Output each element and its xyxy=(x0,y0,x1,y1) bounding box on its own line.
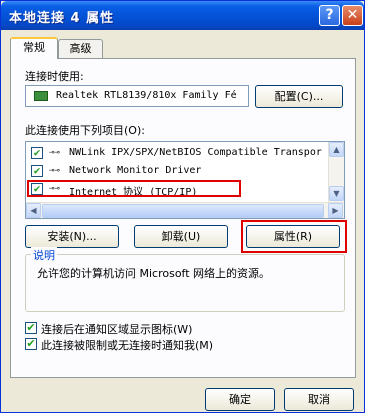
list-item[interactable]: ✔ ⊸⊸ Network Monitor Driver xyxy=(31,164,331,180)
horizontal-scrollbar[interactable]: ◀ ▶ xyxy=(26,202,344,218)
protocol-icon: ⊸⊸ xyxy=(49,166,60,176)
connect-using-label: 连接时使用: xyxy=(25,70,84,83)
configure-button[interactable]: 配置(C)... xyxy=(255,85,343,108)
protocol-icon: ⊸⊸ xyxy=(49,148,60,158)
adapter-name: Realtek RTL8139/810x Family Fé xyxy=(56,90,237,101)
install-button[interactable]: 安装(N)... xyxy=(25,225,119,248)
tcpip-highlight-box xyxy=(27,180,241,197)
scroll-up-icon[interactable]: ▲ xyxy=(329,142,344,157)
vertical-scrollbar[interactable]: ▲ ▼ xyxy=(328,142,344,202)
title-bar[interactable]: 本地连接 4 属性 ? ✕ xyxy=(1,1,364,30)
checkbox-notify[interactable]: ✔ xyxy=(25,338,37,350)
properties-highlight-box xyxy=(241,220,347,253)
option-label: 此连接被限制或无连接时通知我(M) xyxy=(41,339,214,352)
list-item[interactable]: ✔ ⊸⊸ NWLink IPX/SPX/NetBIOS Compatible T… xyxy=(31,146,331,162)
scroll-thumb[interactable] xyxy=(42,204,324,218)
properties-dialog: 本地连接 4 属性 ? ✕ 常规 高级 连接时使用: Realtek RTL81… xyxy=(0,0,365,413)
help-button[interactable]: ? xyxy=(319,5,340,26)
description-title: 说明 xyxy=(31,247,57,263)
general-tab-panel: 连接时使用: Realtek RTL8139/810x Family Fé 配置… xyxy=(10,58,356,378)
description-group xyxy=(25,254,345,312)
tab-advanced[interactable]: 高级 xyxy=(58,39,103,59)
list-item-label: Network Monitor Driver xyxy=(69,165,202,176)
checkbox-show-icon[interactable]: ✔ xyxy=(25,322,37,334)
checkbox-nwlink[interactable]: ✔ xyxy=(31,147,43,159)
scroll-right-icon[interactable]: ▶ xyxy=(328,203,343,218)
scroll-down-icon[interactable]: ▼ xyxy=(329,186,344,201)
list-item-label: NWLink IPX/SPX/NetBIOS Compatible Transp… xyxy=(69,147,322,158)
adapter-field: Realtek RTL8139/810x Family Fé xyxy=(25,85,249,107)
network-adapter-icon xyxy=(34,91,48,101)
components-label: 此连接使用下列项目(O): xyxy=(25,124,145,137)
cancel-button[interactable]: 取消 xyxy=(284,388,354,411)
components-list[interactable]: ✔ ⊸⊸ NWLink IPX/SPX/NetBIOS Compatible T… xyxy=(25,141,345,219)
ok-button[interactable]: 确定 xyxy=(205,388,275,411)
scroll-left-icon[interactable]: ◀ xyxy=(26,203,41,218)
window-title: 本地连接 4 属性 xyxy=(9,11,115,26)
tab-general[interactable]: 常规 xyxy=(10,37,58,59)
description-text: 允许您的计算机访问 Microsoft 网络上的资源。 xyxy=(37,267,271,280)
checkbox-network-monitor[interactable]: ✔ xyxy=(31,165,43,177)
option-label: 连接后在通知区域显示图标(W) xyxy=(41,323,193,336)
uninstall-button[interactable]: 卸载(U) xyxy=(134,225,228,248)
close-button[interactable]: ✕ xyxy=(342,5,363,26)
